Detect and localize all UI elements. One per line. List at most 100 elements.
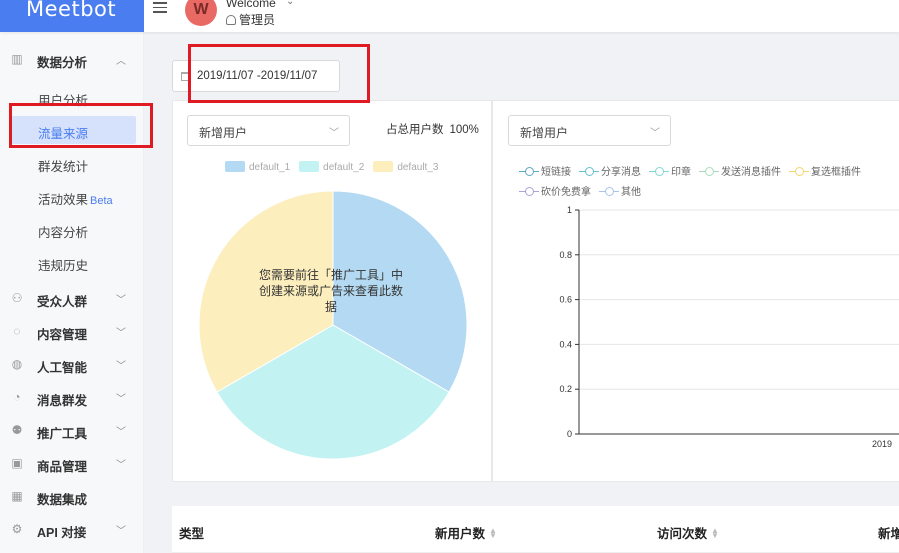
chevron-down-icon: ﹀ [650,128,660,139]
sidebar-item-content-analysis[interactable]: 内容分析 [0,215,144,243]
chevron-down-icon: ﹀ [116,394,126,405]
box-icon: ▣ [11,456,23,470]
megaphone-icon: ⚉ [11,423,23,437]
app-logo[interactable]: Meetbot [0,0,144,32]
main-content: 2019/11/07 -2019/11/07 新增用户 ﹀ 占总用户数 100% … [144,32,899,553]
api-icon: ⚙ [11,522,23,536]
sort-icon[interactable]: ▲ ▼ [711,527,719,540]
legend-row: 砍价免费拿 其他 [519,183,899,203]
y-tick-label: 0 [567,429,572,439]
chevron-down-icon: ﹀ [116,427,126,438]
sidebar-item-violation-history[interactable]: 违规历史 [0,248,144,276]
column-header-new: 新增 [878,527,899,541]
sidebar-group-audience[interactable]: ⚇ 受众人群 ﹀ [0,282,144,315]
user-role: 管理员 [226,11,275,28]
legend-marker [519,167,539,176]
x-tick-label: 2019 [872,439,892,449]
column-header-visits[interactable]: 访问次数 ▲ ▼ [657,523,719,542]
pie-legend-item[interactable]: default_3 [373,161,438,173]
grid-icon: ▦ [11,489,23,503]
legend-marker [599,187,619,196]
chevron-down-icon: ﹀ [116,460,126,471]
empty-data-message: 您需要前往「推广工具」中创建来源或广告来查看此数据 [258,268,403,314]
legend-label: 分享消息 [601,167,641,178]
sidebar-group-data-integration[interactable]: ▦ 数据集成 [0,480,144,513]
y-tick-label: 1 [567,205,572,215]
legend-label: default_1 [249,162,291,173]
line-chart: 0 0.2 0.4 0.6 0.8 1 2019 [559,205,899,449]
legend-label: 短链接 [541,167,571,178]
legend-row: 短链接 分享消息 印章 发送消息插件 复选框插件 [519,163,899,183]
top-header: Meetbot W Welcome ⌄ 管理员 [0,0,899,32]
line-legend-item[interactable]: 复选框插件 [789,163,861,178]
sidebar-item-broadcast-stats[interactable]: 群发统计 [0,149,144,177]
welcome-text[interactable]: Welcome [226,0,276,10]
legend-label: default_2 [323,162,365,173]
y-tick-label: 0.8 [559,250,572,260]
y-tick-label: 0.6 [559,295,572,305]
line-legend-item[interactable]: 其他 [599,183,641,198]
chevron-down-icon: ﹀ [329,128,339,139]
annotation-box-sidebar [9,103,153,148]
pie-chart-panel: 新增用户 ﹀ 占总用户数 100% default_1 default_2 defau… [172,100,492,482]
brain-icon: ◍ [11,357,23,371]
sidebar-group-products[interactable]: ▣ 商品管理 ﹀ [0,447,144,480]
chat-icon: ◌ [13,324,21,338]
pie-legend-item[interactable]: default_1 [225,161,290,173]
sidebar-group-broadcast[interactable]: ◔ 消息群发 ﹀ [0,381,144,414]
users-icon: ⚇ [11,291,23,305]
chevron-down-icon: ﹀ [116,328,126,339]
legend-label: default_3 [397,162,439,173]
legend-marker [519,187,539,196]
legend-swatch [225,161,245,172]
y-tick-label: 0.4 [559,339,572,349]
chevron-up-icon: ︿ [116,56,126,67]
legend-label: 印章 [671,167,691,178]
menu-toggle-icon[interactable] [153,2,167,14]
line-legend-item[interactable]: 短链接 [519,163,571,178]
line-legend-item[interactable]: 发送消息插件 [699,163,781,178]
column-header-type: 类型 [179,527,205,541]
pie-legend: default_1 default_2 default_3 [225,159,447,173]
sort-icon[interactable]: ▲ ▼ [489,527,497,540]
legend-label: 其他 [621,187,641,198]
legend-swatch [299,161,320,172]
chevron-down-icon: ﹀ [116,361,126,372]
line-legend-item[interactable]: 分享消息 [579,163,641,178]
legend-marker [579,167,599,176]
sidebar-group-data-analysis[interactable]: ▥ 数据分析 ︿ [0,43,144,76]
chevron-down-icon: ﹀ [116,295,126,306]
line-legend-item[interactable]: 印章 [649,163,691,178]
legend-marker [699,167,719,176]
pie-metric-select[interactable]: 新增用户 ﹀ [187,115,350,146]
legend-label: 复选框插件 [811,167,861,178]
chevron-down-icon[interactable]: ⌄ [286,0,294,7]
sidebar-group-api[interactable]: ⚙ API 对接 ﹀ [0,513,144,546]
pie-chart [198,190,468,460]
y-tick-label: 0.2 [559,384,572,394]
bar-chart-icon: ▥ [11,52,23,66]
sidebar-group-ai[interactable]: ◍ 人工智能 ﹀ [0,348,144,381]
pie-legend-item[interactable]: default_2 [299,161,364,173]
sidebar-item-campaign-effect[interactable]: 活动效果 Beta [0,182,144,210]
beta-badge: Beta [90,195,113,207]
user-icon [226,15,236,25]
line-legend: 短链接 分享消息 印章 发送消息插件 复选框插件砍价免费拿 其他 [519,163,899,203]
user-ratio: 占总用户数 100% [386,124,479,136]
table-header: 类型 新用户数 ▲ ▼ 访问次数 ▲ ▼ 新增 [172,506,899,553]
sidebar-group-promotion[interactable]: ⚉ 推广工具 ﹀ [0,414,144,447]
sidebar-group-content[interactable]: ◌ 内容管理 ﹀ [0,315,144,348]
legend-label: 发送消息插件 [721,167,781,178]
clock-icon: ◔ [13,390,21,404]
legend-swatch [373,161,394,172]
legend-label: 砍价免费拿 [541,187,591,198]
column-header-new-users[interactable]: 新用户数 ▲ ▼ [435,523,497,542]
legend-marker [649,167,669,176]
chevron-down-icon: ﹀ [116,526,126,537]
legend-marker [789,167,809,176]
line-metric-select[interactable]: 新增用户 ﹀ [508,115,671,146]
avatar[interactable]: W [185,0,217,26]
line-chart-panel: 新增用户 ﹀ 短链接 分享消息 印章 发送消息插件 复选框插件 砍价免费拿 其他 0 0.2 0… [492,100,899,482]
line-legend-item[interactable]: 砍价免费拿 [519,183,591,198]
annotation-box-date [188,44,370,103]
